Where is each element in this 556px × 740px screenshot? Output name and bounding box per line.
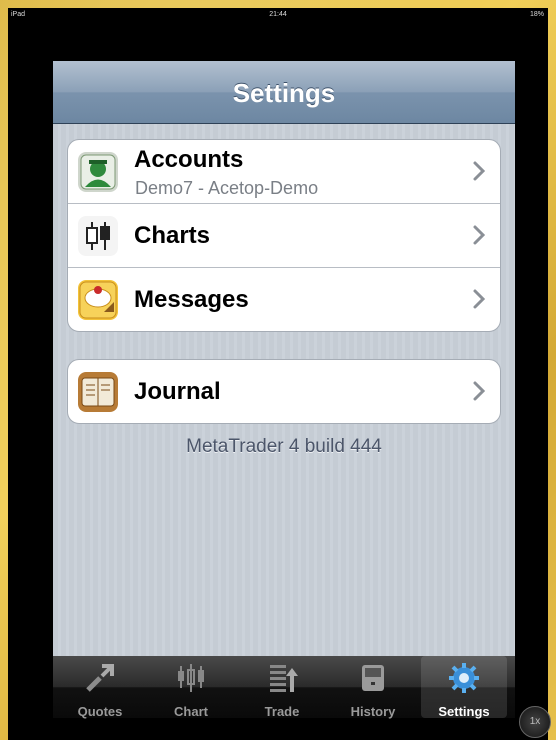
build-version-text: MetaTrader 4 build 444: [186, 436, 382, 457]
charts-icon: [78, 216, 118, 256]
page-title: Settings: [232, 78, 336, 108]
accounts-icon: [78, 152, 118, 192]
tab-quotes[interactable]: Quotes: [57, 656, 143, 719]
navigation-bar: Settings: [53, 61, 515, 124]
row-journal-label: Journal: [134, 378, 221, 405]
tab-chart[interactable]: Chart: [148, 656, 234, 719]
row-accounts-label: Accounts: [134, 146, 244, 173]
row-charts[interactable]: Charts: [68, 204, 500, 268]
chevron-right-icon: [473, 161, 486, 181]
chevron-right-icon: [473, 381, 486, 401]
tab-bar: Quotes Chart Trade History Settings: [53, 656, 515, 719]
row-charts-label: Charts: [134, 222, 211, 249]
tab-trade-label: Trade: [264, 704, 300, 719]
chevron-right-icon: [473, 289, 486, 309]
row-messages[interactable]: Messages: [68, 268, 500, 331]
tab-trade[interactable]: Trade: [239, 656, 325, 719]
tab-settings-label: Settings: [438, 704, 490, 719]
tab-settings[interactable]: Settings: [421, 656, 507, 719]
history-icon: [362, 665, 384, 691]
tab-chart-label: Chart: [174, 704, 208, 719]
status-bar: iPad 21:44 18%: [8, 8, 548, 22]
chevron-right-icon: [473, 225, 486, 245]
status-time: 21:44: [269, 11, 287, 18]
row-accounts[interactable]: Accounts Demo7 - Acetop-Demo: [68, 140, 500, 204]
settings-panel: Settings Accounts Demo7 - Acetop-Demo Ch…: [53, 61, 515, 656]
journal-icon: [78, 372, 118, 412]
zoom-button[interactable]: 1x: [519, 706, 551, 738]
row-accounts-subtitle: Demo7 - Acetop-Demo: [135, 178, 319, 198]
tab-history-label: History: [350, 704, 396, 719]
gear-icon: [449, 663, 479, 693]
settings-group-main: Accounts Demo7 - Acetop-Demo Charts Mess…: [67, 139, 501, 332]
row-journal[interactable]: Journal: [68, 360, 500, 423]
tab-quotes-label: Quotes: [77, 704, 123, 719]
messages-icon: [78, 280, 118, 320]
candlestick-chart-icon: [178, 664, 204, 692]
status-battery: 18%: [529, 11, 544, 18]
tab-history[interactable]: History: [330, 656, 416, 719]
quotes-icon: [86, 664, 114, 692]
row-messages-label: Messages: [134, 286, 249, 313]
trade-icon: [270, 665, 298, 692]
settings-group-secondary: Journal: [67, 359, 501, 424]
